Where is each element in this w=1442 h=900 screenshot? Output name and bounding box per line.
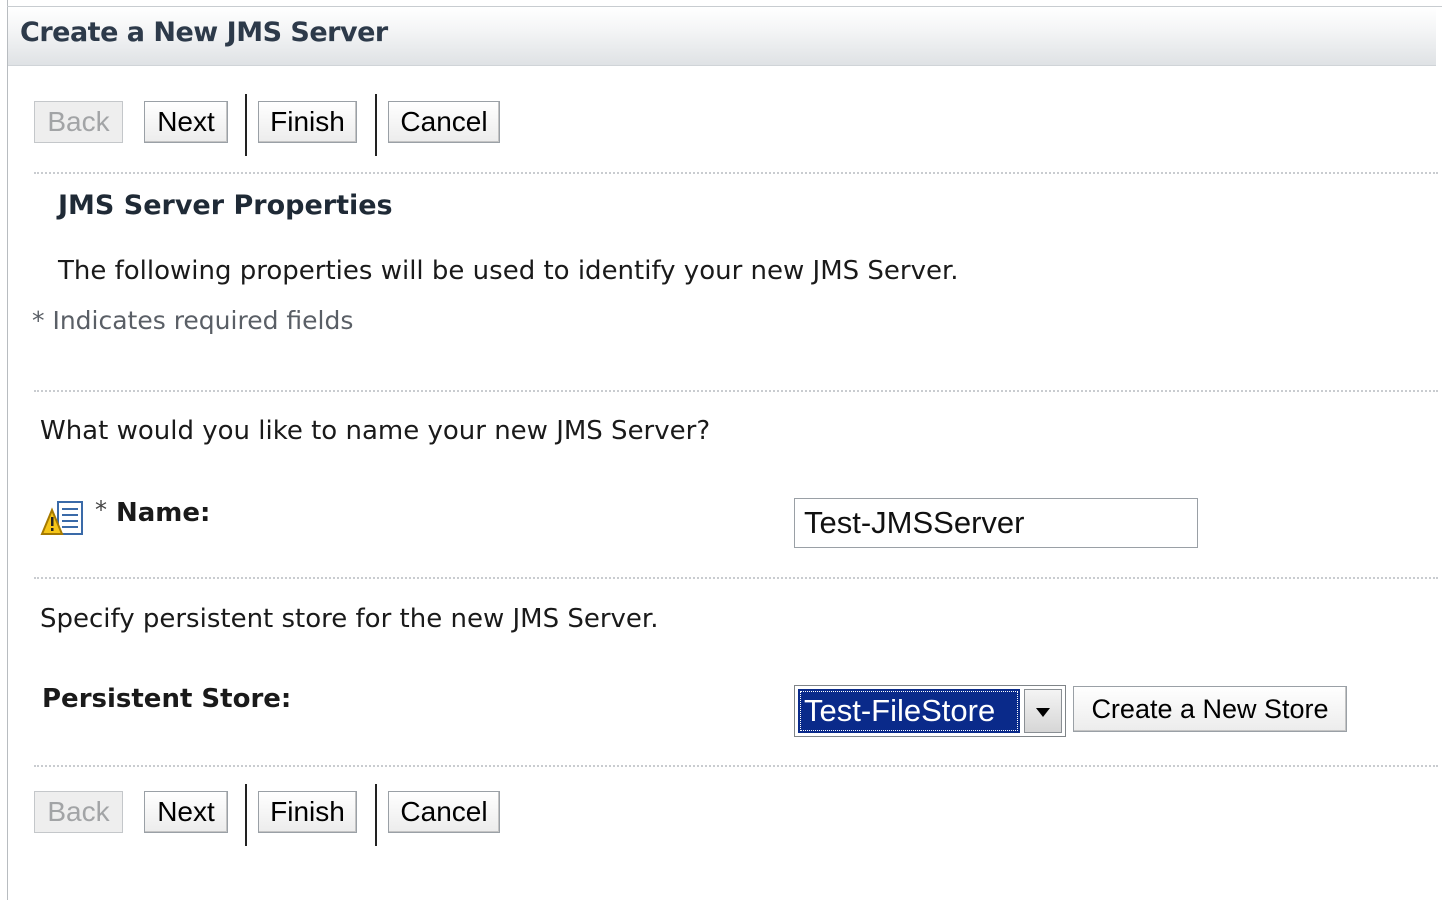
back-button[interactable]: Back: [34, 791, 123, 833]
divider: [34, 390, 1438, 392]
cancel-button[interactable]: Cancel: [388, 791, 500, 833]
next-button[interactable]: Next: [144, 101, 228, 143]
finish-button[interactable]: Finish: [258, 101, 357, 143]
persistent-store-selected-value: Test-FileStore: [798, 689, 1020, 733]
frame-border-left: [7, 0, 8, 900]
cancel-button[interactable]: Cancel: [388, 101, 500, 143]
name-label: Name:: [116, 498, 211, 528]
persistent-store-select[interactable]: Test-FileStore: [794, 685, 1066, 737]
section-title: JMS Server Properties: [58, 190, 393, 221]
button-separator: [245, 784, 247, 846]
title-bar: Create a New JMS Server: [8, 7, 1436, 66]
store-question: Specify persistent store for the new JMS…: [40, 604, 659, 634]
bottom-button-bar: Back Next Finish Cancel: [34, 784, 504, 850]
divider: [34, 765, 1438, 767]
warning-form-icon: [40, 500, 88, 540]
dropdown-arrow[interactable]: [1024, 689, 1062, 733]
required-marker: *: [95, 496, 107, 524]
required-fields-note: * Indicates required fields: [32, 306, 354, 335]
button-separator: [375, 784, 377, 846]
chevron-down-icon: [1036, 702, 1050, 721]
persistent-store-label: Persistent Store:: [42, 684, 292, 714]
finish-button[interactable]: Finish: [258, 791, 357, 833]
section-description: The following properties will be used to…: [58, 256, 959, 286]
button-separator: [375, 94, 377, 156]
divider: [34, 172, 1438, 174]
divider: [34, 577, 1438, 579]
next-button[interactable]: Next: [144, 791, 228, 833]
create-new-store-button[interactable]: Create a New Store: [1073, 686, 1347, 732]
name-question: What would you like to name your new JMS…: [40, 416, 711, 446]
top-button-bar: Back Next Finish Cancel: [34, 94, 504, 160]
button-separator: [245, 94, 247, 156]
page-title: Create a New JMS Server: [20, 17, 388, 48]
back-button[interactable]: Back: [34, 101, 123, 143]
name-input[interactable]: [794, 498, 1198, 548]
